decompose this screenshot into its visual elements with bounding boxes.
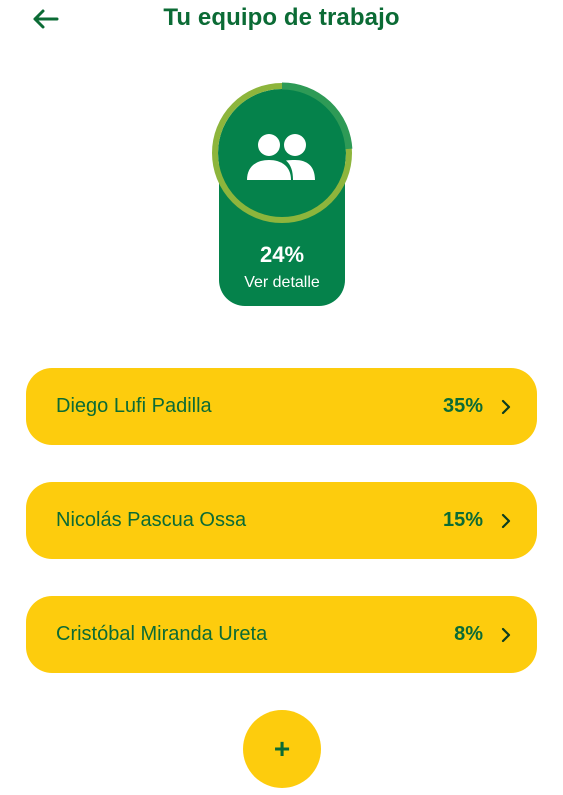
- chevron-right-icon: [499, 397, 513, 417]
- detail-link[interactable]: Ver detalle: [219, 274, 345, 292]
- team-summary-card[interactable]: 24% Ver detalle: [211, 82, 353, 310]
- member-name: Cristóbal Miranda Ureta: [56, 623, 268, 645]
- member-item[interactable]: Cristóbal Miranda Ureta 8%: [26, 596, 537, 673]
- member-percent: 35%: [442, 395, 483, 417]
- member-item[interactable]: Diego Lufi Padilla 35%: [26, 368, 537, 445]
- team-icon: [247, 134, 315, 180]
- member-name: Nicolás Pascua Ossa: [56, 509, 247, 531]
- member-percent: 15%: [442, 509, 483, 531]
- member-percent: 8%: [454, 623, 483, 645]
- plus-icon: +: [273, 733, 291, 764]
- member-item[interactable]: Nicolás Pascua Ossa 15%: [26, 482, 537, 559]
- member-name: Diego Lufi Padilla: [56, 395, 212, 417]
- member-list: Diego Lufi Padilla 35% Nicolás Pascua Os…: [26, 368, 537, 710]
- add-member-button[interactable]: +: [243, 710, 321, 788]
- chevron-right-icon: [499, 625, 513, 645]
- chevron-right-icon: [499, 511, 513, 531]
- page-title: Tu equipo de trabajo: [163, 4, 400, 31]
- summary-percent: 24%: [259, 242, 305, 267]
